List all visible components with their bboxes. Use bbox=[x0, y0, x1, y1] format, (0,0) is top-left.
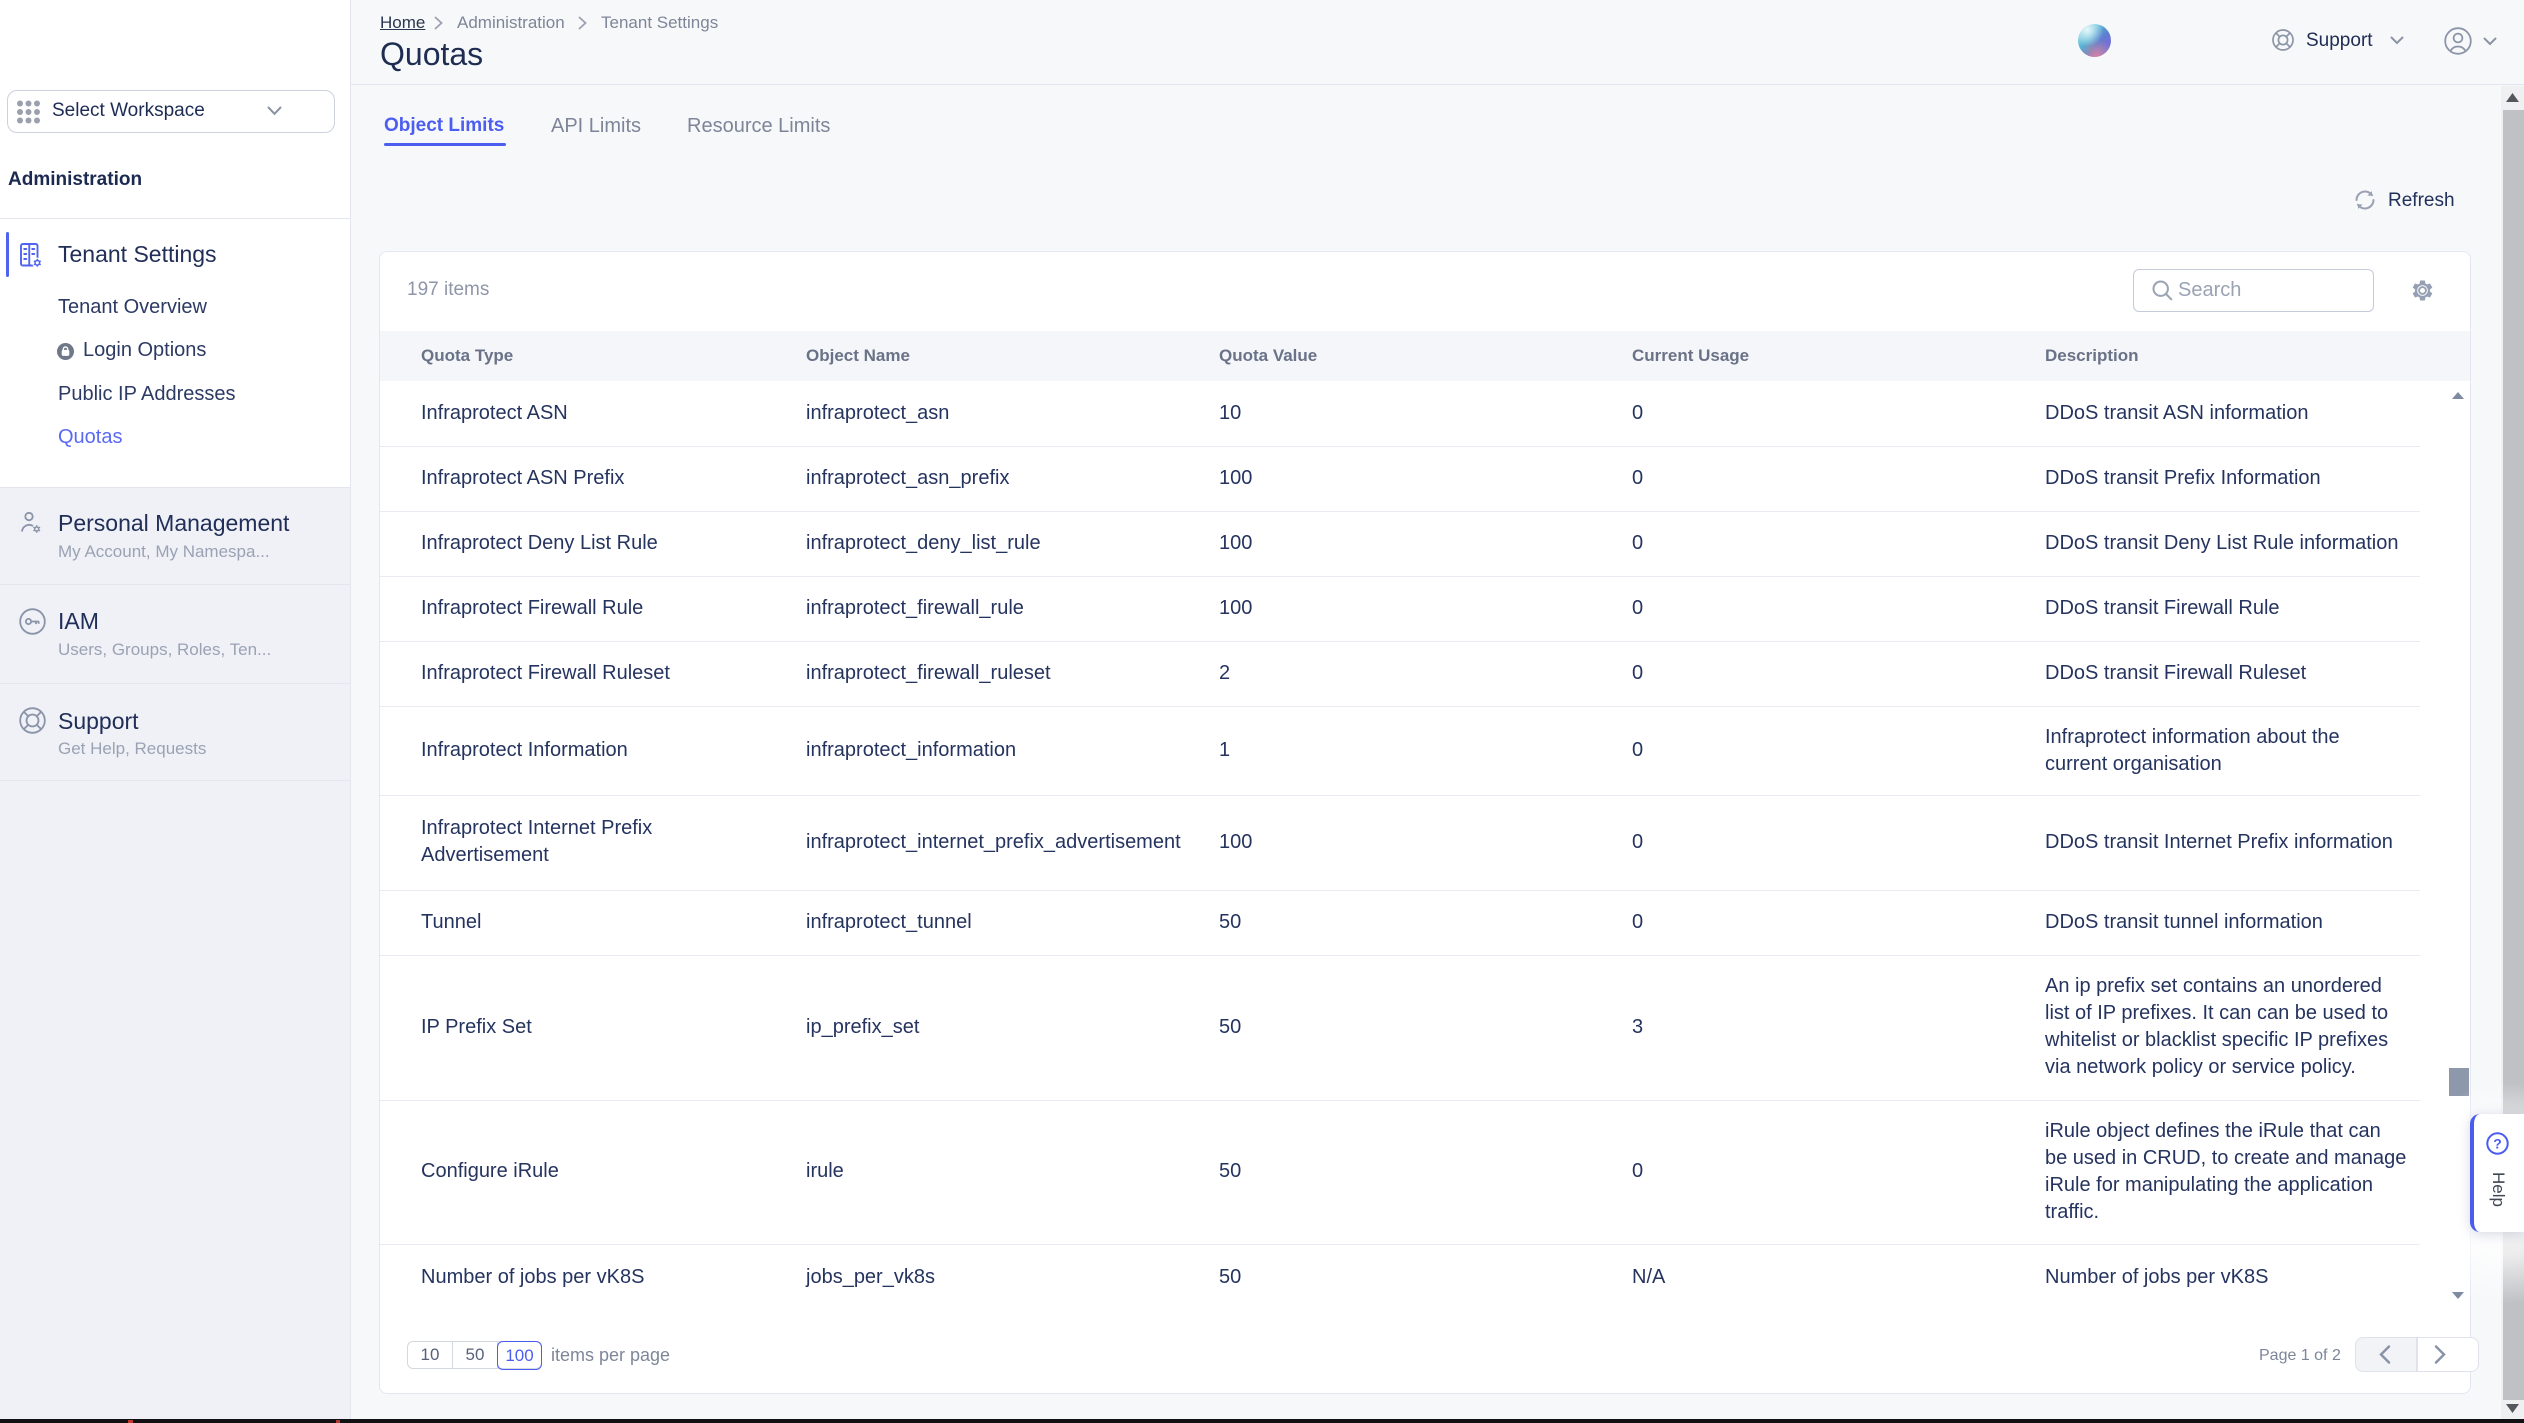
svg-text:?: ? bbox=[2493, 1136, 2502, 1152]
